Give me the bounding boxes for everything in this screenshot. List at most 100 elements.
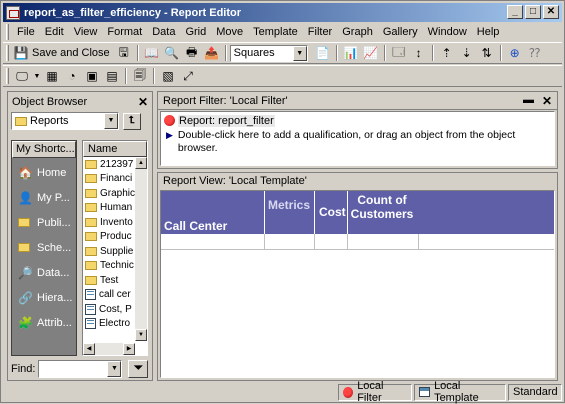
graph-view-icon[interactable]: ◔ bbox=[63, 67, 81, 85]
menu-gallery[interactable]: Gallery bbox=[378, 26, 423, 38]
list-item-label: Financi bbox=[100, 173, 133, 185]
save-and-close-button[interactable]: Save and Close bbox=[30, 47, 114, 59]
vertical-scrollbar[interactable]: ▲ ▼ bbox=[135, 157, 147, 341]
shortcut-public[interactable]: Publi... bbox=[12, 210, 76, 235]
chevron-down-icon[interactable]: ▼ bbox=[107, 361, 122, 377]
header-cost[interactable]: Cost bbox=[315, 191, 348, 234]
status-mode-label: Standard bbox=[513, 386, 558, 398]
menu-view[interactable]: View bbox=[69, 26, 103, 38]
open-book-icon[interactable]: 📖 bbox=[143, 44, 161, 62]
pivot-icon[interactable]: ↕ bbox=[410, 44, 428, 62]
shortcut-label: My P... bbox=[37, 191, 70, 204]
print-icon[interactable]: 🖶 bbox=[183, 44, 201, 62]
menu-filter[interactable]: Filter bbox=[303, 26, 337, 38]
graph-style-select[interactable]: Squares ▼ bbox=[229, 44, 308, 62]
report-icon bbox=[85, 318, 96, 330]
view-mode-icon[interactable]: 🖵 bbox=[13, 67, 31, 85]
filter-definition-area[interactable]: Report: report_filter ▶ Double-click her… bbox=[160, 111, 555, 166]
folder-icon bbox=[85, 159, 97, 169]
shortcut-attributes[interactable]: 🧩 Attrib... bbox=[12, 310, 76, 335]
toolbar-separator bbox=[125, 68, 127, 84]
shortcut-data-explorer[interactable]: 🔎 Data... bbox=[12, 260, 76, 285]
folder-icon bbox=[85, 275, 97, 285]
save-icon[interactable]: 🖫 bbox=[115, 44, 133, 62]
folder-select[interactable]: Reports ▼ bbox=[11, 112, 119, 130]
menu-help[interactable]: Help bbox=[472, 26, 505, 38]
chevron-down-icon[interactable]: ▼ bbox=[292, 45, 307, 61]
save-and-close-icon[interactable]: 💾 bbox=[13, 44, 29, 62]
horizontal-scrollbar[interactable]: ◀ ▶ bbox=[83, 343, 135, 355]
resize-icon[interactable]: ⤢ bbox=[179, 67, 197, 85]
sort-ascending-icon[interactable]: ⇡ bbox=[438, 44, 456, 62]
export-icon[interactable]: 📤 bbox=[203, 44, 221, 62]
shortcut-hierarchies[interactable]: 🔗 Hiera... bbox=[12, 285, 76, 310]
filter-pane-icon[interactable]: ▧ bbox=[159, 67, 177, 85]
folder-icon bbox=[85, 188, 97, 198]
report-editor-window: report_as_filter_efficiency - Report Edi… bbox=[0, 0, 565, 404]
menu-graph[interactable]: Graph bbox=[337, 26, 378, 38]
status-local-template-label: Local Template bbox=[434, 380, 479, 404]
menu-template[interactable]: Template bbox=[248, 26, 303, 38]
object-list: Name 212397 Financi Graphic Human Invent… bbox=[82, 140, 148, 356]
shortcut-my-personal[interactable]: 👤 My P... bbox=[12, 185, 76, 210]
graph-style-value: Squares bbox=[233, 47, 275, 59]
public-objects-icon bbox=[18, 216, 32, 230]
grid-graph-view-icon[interactable]: ▣ bbox=[83, 67, 101, 85]
header-count-of-customers[interactable]: Count of Customers bbox=[348, 191, 554, 234]
shortcut-schema[interactable]: Sche... bbox=[12, 235, 76, 260]
minimize-button[interactable]: _ bbox=[507, 5, 523, 19]
folder-up-button[interactable]: ⮤ bbox=[123, 112, 141, 130]
search-icon[interactable]: 🔍 bbox=[163, 44, 181, 62]
menu-grid[interactable]: Grid bbox=[180, 26, 211, 38]
menu-data[interactable]: Data bbox=[147, 26, 180, 38]
menu-file[interactable]: File bbox=[12, 26, 40, 38]
close-icon[interactable]: ✕ bbox=[542, 94, 552, 108]
list-item-label: Test bbox=[100, 274, 119, 286]
menu-edit[interactable]: Edit bbox=[40, 26, 69, 38]
add-icon[interactable]: ⊕ bbox=[506, 44, 524, 62]
minimize-pane-icon[interactable]: ▬ bbox=[523, 94, 534, 108]
view-mode-dropdown-icon[interactable]: ▼ bbox=[33, 67, 41, 85]
close-button[interactable]: ✕ bbox=[543, 5, 559, 19]
find-bar: Find: ▼ ⏷ bbox=[11, 360, 149, 378]
shortcut-header[interactable]: My Shortc... bbox=[12, 141, 76, 158]
menu-move[interactable]: Move bbox=[211, 26, 248, 38]
grid-view-icon[interactable]: ▦ bbox=[43, 67, 61, 85]
status-local-filter-label: Local Filter bbox=[357, 380, 384, 404]
folder-icon bbox=[85, 174, 97, 184]
graph-properties-icon[interactable]: 📄 bbox=[314, 44, 332, 62]
menu-format[interactable]: Format bbox=[102, 26, 147, 38]
scroll-up-icon[interactable]: ▲ bbox=[135, 157, 147, 169]
scroll-left-icon[interactable]: ◀ bbox=[83, 343, 95, 355]
help-icon[interactable]: ⁇ bbox=[526, 44, 544, 62]
status-local-template[interactable]: Local Template bbox=[414, 380, 506, 404]
data-explorer-icon: 🔎 bbox=[18, 265, 33, 280]
menu-window[interactable]: Window bbox=[423, 26, 472, 38]
axis-icon[interactable]: 📊 bbox=[342, 44, 360, 62]
remove-sort-icon[interactable]: ⇅ bbox=[478, 44, 496, 62]
view-data-icon[interactable]: 🗔 bbox=[390, 44, 408, 62]
maximize-button[interactable]: □ bbox=[525, 5, 541, 19]
shortcut-home[interactable]: 🏠 Home bbox=[12, 160, 76, 185]
name-column-header[interactable]: Name bbox=[83, 141, 147, 157]
status-local-filter[interactable]: Local Filter bbox=[338, 380, 412, 404]
close-icon[interactable]: ✕ bbox=[138, 95, 148, 109]
find-filter-button[interactable]: ⏷ bbox=[128, 360, 149, 378]
find-input[interactable]: ▼ bbox=[38, 360, 123, 378]
toolbar-separator bbox=[499, 45, 502, 61]
sql-view-icon[interactable]: ▤ bbox=[103, 67, 121, 85]
report-grid-area[interactable]: Call Center Metrics Cost Count of Custom… bbox=[160, 190, 555, 378]
chevron-down-icon[interactable]: ▼ bbox=[104, 113, 118, 129]
series-icon[interactable]: 📈 bbox=[362, 44, 380, 62]
scroll-right-icon[interactable]: ▶ bbox=[123, 343, 135, 355]
template-icon bbox=[419, 387, 431, 397]
filter-hint: Double-click here to add a qualification… bbox=[177, 129, 516, 154]
scroll-down-icon[interactable]: ▼ bbox=[135, 329, 147, 341]
header-call-center[interactable]: Call Center bbox=[161, 191, 265, 234]
report-filter-name[interactable]: Report: report_filter bbox=[178, 114, 275, 127]
find-label: Find: bbox=[11, 363, 36, 375]
folder-icon bbox=[85, 232, 97, 242]
object-browser-toggle-icon[interactable]: 🗐 bbox=[131, 67, 149, 85]
sort-descending-icon[interactable]: ⇣ bbox=[458, 44, 476, 62]
header-metrics[interactable]: Metrics bbox=[265, 191, 315, 234]
